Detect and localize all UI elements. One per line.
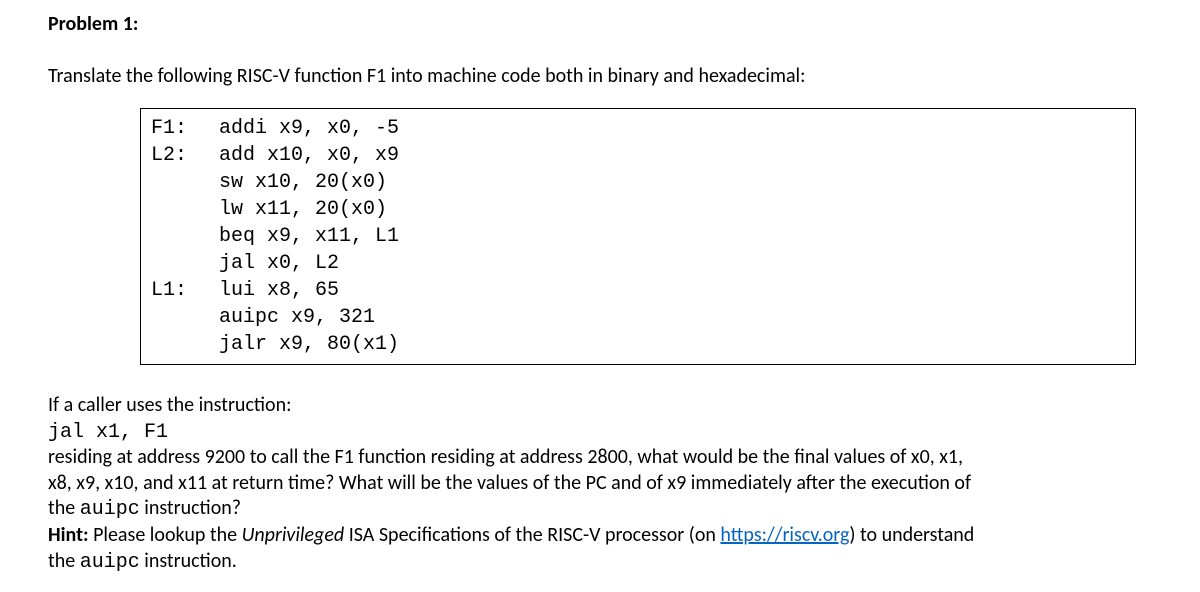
code-row: auipc x9, 321 (151, 304, 1125, 331)
question-line: x8, x9, x10, and x11 at return time? Wha… (48, 471, 971, 495)
hint-auipc: auipc (80, 551, 140, 574)
code-row: L1:lui x8, 65 (151, 277, 1125, 304)
hint-text: ISA Specifications of the RISC-V process… (344, 523, 720, 547)
code-row: F1:addi x9, x0, -5 (151, 115, 1125, 142)
code-instr: jalr x9, 80(x1) (219, 331, 399, 358)
hint-text: Please lookup the (93, 523, 242, 547)
hint-link[interactable]: https://riscv.org (720, 523, 849, 547)
code-instr: lw x11, 20(x0) (219, 196, 387, 223)
question-jal: jal x1, F1 (48, 421, 168, 444)
code-instr: beq x9, x11, L1 (219, 223, 399, 250)
question-line-prefix: the (48, 496, 80, 520)
code-label (151, 196, 219, 223)
code-row: lw x11, 20(x0) (151, 196, 1125, 223)
code-row: jal x0, L2 (151, 250, 1125, 277)
code-instr: sw x10, 20(x0) (219, 169, 387, 196)
code-instr: addi x9, x0, -5 (219, 115, 399, 142)
intro-text: Translate the following RISC-V function … (48, 64, 1182, 88)
question-auipc: auipc (80, 498, 140, 521)
code-row: beq x9, x11, L1 (151, 223, 1125, 250)
code-instr: lui x8, 65 (219, 277, 339, 304)
hint-label: Hint: (48, 523, 93, 547)
code-label: F1: (151, 115, 219, 142)
hint-text: ) to understand (849, 523, 974, 547)
page: Problem 1: Translate the following RISC-… (0, 0, 1200, 575)
question-line: residing at address 9200 to call the F1 … (48, 445, 963, 469)
code-row: jalr x9, 80(x1) (151, 331, 1125, 358)
code-label (151, 331, 219, 358)
hint-line-suffix: instruction. (140, 549, 237, 573)
code-row: sw x10, 20(x0) (151, 169, 1125, 196)
code-row: L2:add x10, x0, x9 (151, 142, 1125, 169)
code-label (151, 250, 219, 277)
code-label: L1: (151, 277, 219, 304)
problem-title: Problem 1: (48, 12, 1182, 36)
question-line: If a caller uses the instruction: (48, 393, 291, 417)
code-instr: auipc x9, 321 (219, 304, 375, 331)
question-line-suffix: instruction? (140, 496, 241, 520)
code-block: F1:addi x9, x0, -5 L2:add x10, x0, x9 sw… (140, 108, 1136, 365)
code-label (151, 169, 219, 196)
code-label (151, 304, 219, 331)
code-instr: jal x0, L2 (219, 250, 339, 277)
question-body: If a caller uses the instruction: jal x1… (48, 393, 1182, 575)
code-label: L2: (151, 142, 219, 169)
hint-italic: Unprivileged (242, 523, 345, 547)
code-label (151, 223, 219, 250)
hint-line-prefix: the (48, 549, 80, 573)
code-instr: add x10, x0, x9 (219, 142, 399, 169)
